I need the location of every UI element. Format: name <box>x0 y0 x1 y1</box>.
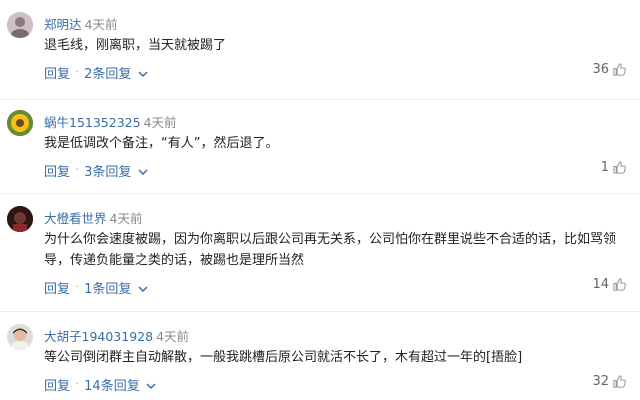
avatar[interactable] <box>7 110 33 136</box>
view-replies-button[interactable]: 2条回复 <box>84 63 148 82</box>
like-button[interactable]: 32 <box>592 374 627 389</box>
chevron-down-icon <box>138 286 148 293</box>
avatar[interactable] <box>7 12 33 38</box>
avatar[interactable] <box>7 324 33 350</box>
comment-text: 等公司倒闭群主自动解散，一般我跳槽后原公司就活不长了，木有超过一年的[捂脸] <box>44 350 523 365</box>
replies-count-label: 14条回复 <box>84 379 140 394</box>
like-button[interactable]: 1 <box>601 160 627 175</box>
like-count: 32 <box>592 374 609 389</box>
comment-text: 我是低调改个备注，“有人”，然后退了。 <box>44 136 279 151</box>
thumbs-up-icon <box>613 63 626 76</box>
comment-text: 退毛线，刚离职，当天就被踢了 <box>44 38 227 53</box>
timestamp: 4天前 <box>143 115 177 130</box>
thumbs-up-icon <box>613 161 626 174</box>
like-button[interactable]: 36 <box>592 62 627 77</box>
comment-item: 蜗牛151352325 4天前 我是低调改个备注，“有人”，然后退了。 回复 · … <box>0 100 640 194</box>
thumbs-up-icon <box>613 375 626 388</box>
timestamp: 4天前 <box>109 211 143 226</box>
comment-text: 为什么你会速度被踢，因为你离职以后跟公司再无关系，公司怕你在群里说些不合适的话，… <box>44 232 617 268</box>
reply-button[interactable]: 回复 <box>44 161 70 180</box>
comment-item: 郑明达 4天前 退毛线，刚离职，当天就被踢了 回复 · 2条回复 36 <box>0 0 640 100</box>
divider: · <box>75 377 80 392</box>
reply-button[interactable]: 回复 <box>44 63 70 82</box>
comment-item: 大橙看世界 4天前 为什么你会速度被踢，因为你离职以后跟公司再无关系，公司怕你在群… <box>0 194 640 312</box>
like-button[interactable]: 14 <box>592 277 627 292</box>
timestamp: 4天前 <box>156 329 190 344</box>
username[interactable]: 大胡子194031928 <box>44 329 153 344</box>
like-count: 1 <box>600 160 609 175</box>
view-replies-button[interactable]: 1条回复 <box>84 278 148 297</box>
chevron-down-icon <box>138 71 148 78</box>
like-count: 14 <box>592 277 609 292</box>
replies-count-label: 1条回复 <box>84 282 132 297</box>
username[interactable]: 大橙看世界 <box>44 211 107 226</box>
reply-button[interactable]: 回复 <box>44 375 70 394</box>
timestamp: 4天前 <box>84 17 118 32</box>
view-replies-button[interactable]: 3条回复 <box>84 161 148 180</box>
username[interactable]: 蜗牛151352325 <box>44 115 141 130</box>
username[interactable]: 郑明达 <box>44 17 82 32</box>
comment-item: 大胡子194031928 4天前 等公司倒闭群主自动解散，一般我跳槽后原公司就活不… <box>0 312 640 400</box>
view-replies-button[interactable]: 14条回复 <box>84 375 156 394</box>
chevron-down-icon <box>138 169 148 176</box>
like-count: 36 <box>592 62 609 77</box>
divider: · <box>75 280 80 295</box>
chevron-down-icon <box>146 383 156 390</box>
replies-count-label: 3条回复 <box>84 165 132 180</box>
divider: · <box>75 65 80 80</box>
avatar[interactable] <box>7 206 33 232</box>
replies-count-label: 2条回复 <box>84 67 132 82</box>
thumbs-up-icon <box>613 278 626 291</box>
divider: · <box>75 163 80 178</box>
reply-button[interactable]: 回复 <box>44 278 70 297</box>
